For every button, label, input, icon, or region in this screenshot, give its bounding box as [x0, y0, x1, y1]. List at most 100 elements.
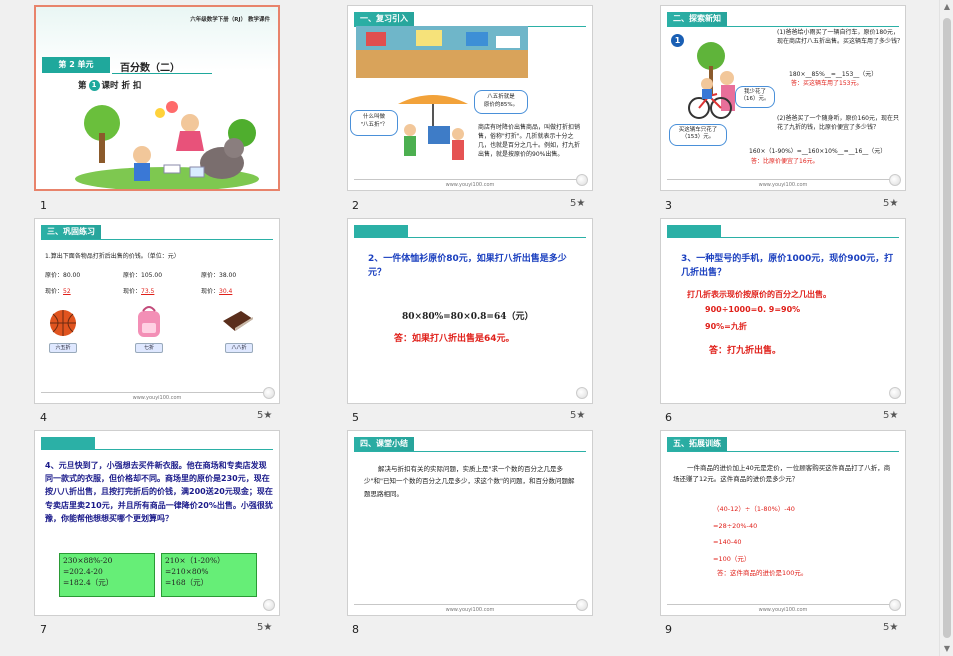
- elephant-head: [224, 138, 244, 158]
- slide-7-animation-star-icon[interactable]: 5★: [257, 622, 272, 633]
- customer-body: [404, 136, 416, 156]
- slide-8-header: 四、课堂小结: [354, 437, 414, 451]
- solution-line: （40-12）÷（1-80%）-40: [713, 505, 795, 513]
- scroll-down-arrow-icon[interactable]: ▼: [940, 642, 953, 656]
- price-tag: [163, 164, 181, 174]
- slide-7-thumbnail[interactable]: 4、元旦快到了，小强想去买件新衣服。他在商场和专卖店发现同一款式的衣服，但价格却…: [34, 430, 280, 616]
- calc-line: =210×80%: [165, 566, 209, 576]
- slide-3-number: 3: [665, 199, 672, 212]
- slide-7-mall-calculation: 230×88%-20 =202.4-20 =182.4（元）: [59, 553, 155, 597]
- scrollbar-thumb[interactable]: [943, 18, 951, 638]
- seller-head: [452, 128, 464, 140]
- slide-2-thumbnail[interactable]: 一、复习引入 什么叫做 "八五折"？ 八五折就是 原价的85%。 商店有时降价出…: [347, 5, 593, 191]
- slide-6-corner-ornament: [889, 387, 901, 399]
- slide-5-thumbnail[interactable]: 2、一件体恤衫原价80元，如果打八折出售是多少元？ 80×80%=80×0.8=…: [347, 218, 593, 404]
- backpack-icon: [138, 306, 160, 337]
- child-head: [701, 78, 713, 90]
- slide-5-header-tab: [354, 225, 408, 237]
- slide-4-corner-ornament: [263, 387, 275, 399]
- slide-1-number: 1: [40, 199, 47, 212]
- balloon-red: [166, 101, 178, 113]
- slide-7-header-line: [41, 449, 273, 450]
- slide-1-lesson: 第 1 课时 折 扣: [78, 79, 141, 91]
- calc-line: 210×（1-20%）: [165, 556, 225, 565]
- slide-1-unit-label: 第 2 单元: [42, 57, 110, 73]
- price-tag-2: [189, 166, 205, 178]
- solution-line: =100（元）: [713, 554, 751, 563]
- slide-2-bubble-answer: 八五折就是 原价的85%。: [474, 90, 528, 114]
- photo-sign-1: [366, 32, 386, 46]
- now-value: 73.5: [141, 288, 155, 295]
- slide-3-thumbnail[interactable]: 二、探索新知 1 我少花了（16）元。 买这辆车只花了（153）元。 (1)爸爸…: [660, 5, 906, 191]
- slide-9-footer-line: [667, 604, 899, 605]
- slide-9-solution-steps: （40-12）÷（1-80%）-40 =28÷20%-40 =140-40 =1…: [713, 501, 795, 567]
- slide-5-question: 2、一件体恤衫原价80元，如果打八折出售是多少元？: [368, 254, 567, 278]
- slide-4-item-3-now: 现价：30.4: [201, 287, 232, 296]
- girl-head: [181, 114, 199, 132]
- father-head: [720, 71, 734, 85]
- slide-8-thumbnail[interactable]: 四、课堂小结 解决与折扣有关的实际问题，实质上是"求一个数的百分之几是多少"和"…: [347, 430, 593, 616]
- slide-3-calc-2: 160×（1-90%）=__160×10%__=__16__（元）: [749, 148, 887, 155]
- slide-1-illustration: [75, 101, 259, 189]
- now-value: 52: [63, 288, 71, 295]
- basketball-icon: [50, 310, 76, 336]
- original-value: 105.00: [141, 272, 163, 279]
- customer-head: [404, 124, 416, 136]
- slide-7-header-tab: [41, 437, 95, 449]
- tree-canopy: [697, 42, 725, 70]
- slide-4-discount-badge-3: 八八折: [225, 343, 253, 353]
- scroll-up-arrow-icon[interactable]: ▲: [940, 0, 953, 14]
- slide-1-title-underline: [112, 73, 212, 74]
- slide-2-number: 2: [352, 199, 359, 212]
- book-icon: [223, 311, 253, 331]
- slide-9-thumbnail[interactable]: 五、拓展训练 一件商品的进价加上40元是定价，一位顾客购买这件商品打了八折，商场…: [660, 430, 906, 616]
- slide-3-corner-ornament: [889, 174, 901, 186]
- slide-6-animation-star-icon[interactable]: 5★: [883, 410, 898, 421]
- slide-9-problem-text: 一件商品的进价加上40元是定价，一位顾客购买这件商品打了八折，商场还赚了12元。…: [673, 464, 891, 484]
- slide-2-footer-line: [354, 179, 586, 180]
- original-value: 38.00: [219, 272, 237, 279]
- slide-3-answer-2: 答：比原价便宜了16元。: [751, 158, 819, 165]
- slide-4-item-2-now: 现价：73.5: [123, 287, 154, 296]
- slide-5-header-line: [354, 237, 586, 238]
- slide-1-thumbnail[interactable]: 六年级数学下册（RJ） 教学课件 第 2 单元 百分数（二） 第 1 课时 折 …: [34, 5, 280, 191]
- now-label: 现价：: [45, 288, 64, 295]
- vertical-scrollbar[interactable]: ▲ ▼: [939, 0, 953, 656]
- calc-line: =168（元）: [165, 577, 209, 587]
- slide-8-footer-url: www.youyi100.com: [445, 607, 495, 613]
- calc-line: 230×88%-20: [63, 556, 113, 565]
- photo-sign-3: [466, 32, 488, 46]
- slide-8-summary-text: 解决与折扣有关的实际问题，实质上是"求一个数的百分之几是多少"和"已知一个数的百…: [364, 465, 575, 498]
- umbrella: [398, 95, 468, 104]
- slide-4-discount-badge-2: 七折: [135, 343, 163, 353]
- slide-6-header-tab: [667, 225, 721, 237]
- slide-3-animation-star-icon[interactable]: 5★: [883, 198, 898, 209]
- photo-crowd: [356, 50, 528, 78]
- slide-4-thumbnail[interactable]: 三、巩固练习 1.算出下面各物品打折后出售的价钱。（单位：元） 原价：80.00…: [34, 218, 280, 404]
- slide-6-thumbnail[interactable]: 3、一种型号的手机，原价1000元，现价900元，打几折出售？ 打几折表示现价按…: [660, 218, 906, 404]
- slide-6-conversion: 90%=九折: [705, 322, 747, 331]
- slide-1-lesson-suffix: 课时 折 扣: [101, 81, 142, 91]
- slide-4-item-1-original: 原价：80.00: [45, 271, 80, 280]
- slide-9-number: 9: [665, 623, 672, 636]
- slide-5-calculation: 80×80%=80×0.8=64（元）: [402, 312, 534, 322]
- solution-line: =140-40: [713, 538, 742, 547]
- slide-2-footer-url: www.youyi100.com: [445, 182, 495, 188]
- original-label: 原价：: [201, 272, 220, 279]
- slide-8-number: 8: [352, 623, 359, 636]
- slide-6-division: 900÷1000=0. 9=90%: [705, 305, 801, 314]
- slide-7-number: 7: [40, 623, 47, 636]
- slide-5-answer: 答：如果打八折出售是64元。: [394, 334, 515, 344]
- solution-line: =28÷20%-40: [713, 521, 758, 530]
- slide-2-animation-star-icon[interactable]: 5★: [570, 198, 585, 209]
- slide-1-lesson-number-badge: 1: [88, 79, 100, 91]
- slide-7-store-calculation: 210×（1-20%） =210×80% =168（元）: [161, 553, 257, 597]
- slide-9-header-line: [667, 451, 899, 452]
- slide-9-animation-star-icon[interactable]: 5★: [883, 622, 898, 633]
- slide-5-animation-star-icon[interactable]: 5★: [570, 410, 585, 421]
- slide-2-header: 一、复习引入: [354, 12, 414, 26]
- now-label: 现价：: [123, 288, 142, 295]
- stall-sign: [428, 126, 450, 144]
- slide-4-animation-star-icon[interactable]: 5★: [257, 410, 272, 421]
- slide-2-corner-ornament: [576, 174, 588, 186]
